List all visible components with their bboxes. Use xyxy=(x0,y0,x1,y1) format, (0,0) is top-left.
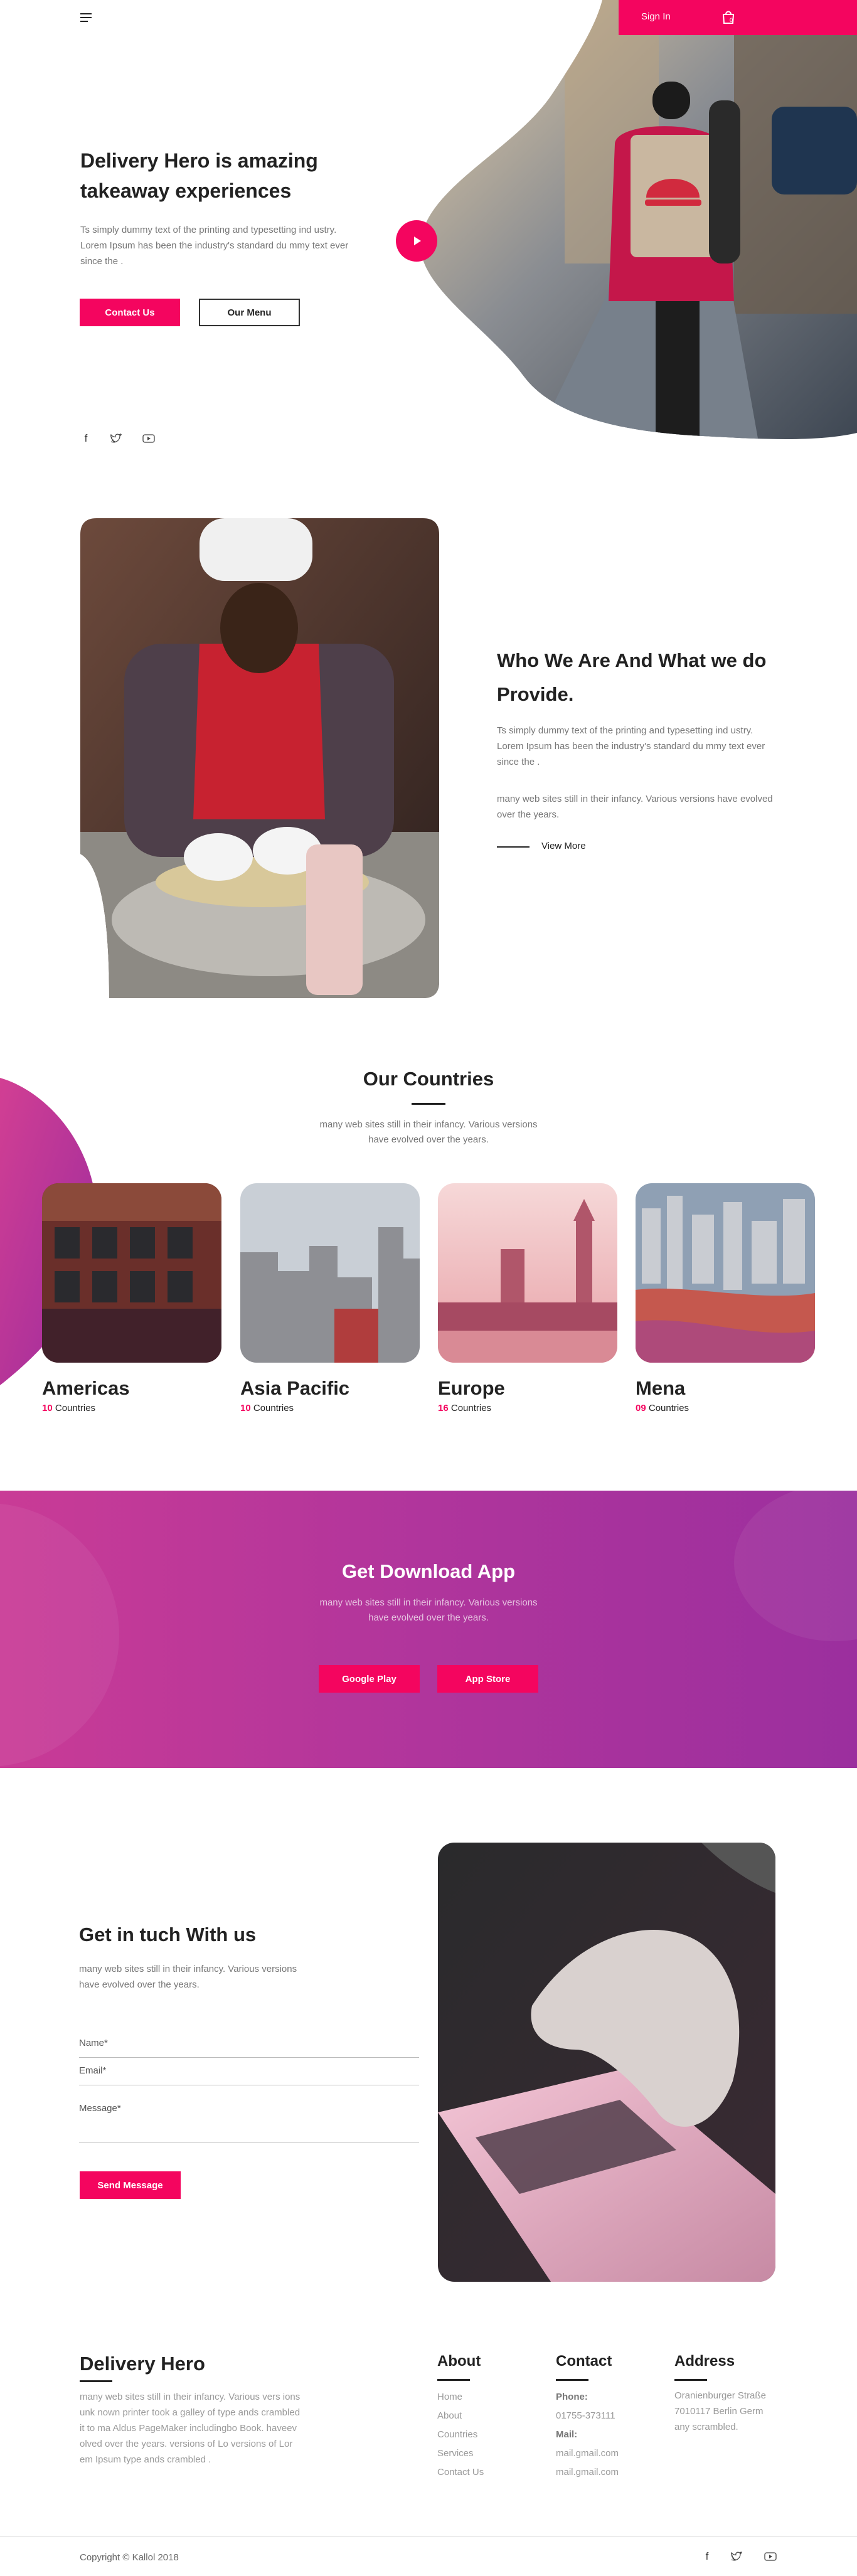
footer-about-title: About xyxy=(437,2353,481,2370)
countries-title: Our Countries xyxy=(363,1068,494,1090)
download-app-title: Get Download App xyxy=(341,1560,516,1582)
country-count: 16 Countries xyxy=(438,1403,492,1413)
hero-title-line1: Delivery Hero is amazing xyxy=(80,149,318,172)
footer-brand: Delivery Hero xyxy=(80,2353,205,2375)
footer-address: Oranienburger Straße 7010117 Berlin Germ… xyxy=(674,2390,766,2432)
country-count: 10 Countries xyxy=(240,1403,294,1413)
shopping-bag-icon[interactable] xyxy=(720,8,737,26)
hero-image xyxy=(420,0,857,439)
cart-count: 0 xyxy=(730,17,733,23)
footer-divider xyxy=(0,2536,857,2537)
contact-subtitle-line2: have evolved over the years. xyxy=(79,1979,200,1990)
country-name[interactable]: Americas xyxy=(42,1377,130,1400)
footer-mail[interactable]: mail.gmail.com xyxy=(556,2444,619,2463)
footer-link-contact[interactable]: Contact Us xyxy=(437,2463,484,2482)
send-message-button[interactable]: Send Message xyxy=(80,2171,181,2199)
country-card-asia-pacific-image[interactable] xyxy=(240,1183,420,1363)
hero-description: Ts simply dummy text of the printing and… xyxy=(80,225,349,267)
facebook-icon[interactable]: f xyxy=(701,2550,713,2563)
about-paragraph-1: Ts simply dummy text of the printing and… xyxy=(497,725,765,767)
footer-address-title: Address xyxy=(674,2353,735,2370)
laptop-image xyxy=(438,1843,775,2282)
our-menu-button[interactable]: Our Menu xyxy=(199,299,300,326)
download-app-section xyxy=(0,1491,857,1768)
contact-us-button[interactable]: Contact Us xyxy=(80,299,180,326)
twitter-icon[interactable] xyxy=(109,432,123,445)
message-field[interactable]: Message* xyxy=(79,2103,419,2142)
google-play-button[interactable]: Google Play xyxy=(319,1665,420,1693)
view-more-line xyxy=(497,846,530,848)
footer-link-about[interactable]: About xyxy=(437,2407,484,2425)
twitter-icon[interactable] xyxy=(730,2550,743,2563)
footer-brand-text: many web sites still in their infancy. V… xyxy=(80,2392,301,2465)
footer-phone-label: Phone: xyxy=(556,2392,588,2402)
facebook-icon[interactable]: f xyxy=(80,432,92,445)
play-button[interactable] xyxy=(396,220,437,262)
signin-button[interactable]: Sign In xyxy=(641,11,671,22)
countries-subtitle-line1: many web sites still in their infancy. V… xyxy=(319,1119,538,1130)
chef-image xyxy=(80,518,439,998)
footer-link-home[interactable]: Home xyxy=(437,2388,484,2407)
about-title-line2: Provide. xyxy=(497,683,574,705)
contact-title: Get in tuch With us xyxy=(79,1924,257,1945)
app-store-button[interactable]: App Store xyxy=(437,1665,538,1693)
download-app-subtitle-line1: many web sites still in their infancy. V… xyxy=(319,1597,538,1608)
download-app-subtitle-line2: have evolved over the years. xyxy=(368,1612,489,1623)
country-count: 09 Countries xyxy=(636,1403,689,1413)
country-card-europe-image[interactable] xyxy=(438,1183,617,1363)
country-count: 10 Countries xyxy=(42,1403,96,1413)
youtube-icon[interactable] xyxy=(142,432,156,445)
about-title-line1: Who We Are And What we do xyxy=(497,649,767,671)
country-card-mena-image[interactable] xyxy=(636,1183,815,1363)
country-card-americas-image[interactable] xyxy=(42,1183,221,1363)
hero-title-line2: takeaway experiences xyxy=(80,179,292,202)
menu-icon[interactable] xyxy=(79,11,93,24)
footer-contact-info: Phone: 01755-373111 Mail: mail.gmail.com… xyxy=(556,2388,619,2482)
decorative-circle xyxy=(0,1503,119,1767)
footer-brand-underline xyxy=(80,2380,112,2382)
footer-mail-label: Mail: xyxy=(556,2429,578,2440)
footer-link-services[interactable]: Services xyxy=(437,2444,484,2463)
countries-title-underline xyxy=(412,1103,445,1105)
footer-about-links: Home About Countries Services Contact Us xyxy=(437,2388,484,2482)
youtube-icon[interactable] xyxy=(764,2550,777,2563)
footer-contact-title: Contact xyxy=(556,2353,612,2370)
about-paragraph-2: many web sites still in their infancy. V… xyxy=(497,794,773,820)
footer-about-underline xyxy=(437,2379,470,2381)
footer-contact-underline xyxy=(556,2379,588,2381)
footer-mail[interactable]: mail.gmail.com xyxy=(556,2463,619,2482)
view-more-link[interactable]: View More xyxy=(541,841,586,851)
copyright: Copyright © Kallol 2018 xyxy=(80,2552,179,2563)
footer-phone: 01755-373111 xyxy=(556,2410,615,2421)
country-name[interactable]: Europe xyxy=(438,1377,505,1400)
contact-subtitle-line1: many web sites still in their infancy. V… xyxy=(79,1964,297,1974)
country-name[interactable]: Asia Pacific xyxy=(240,1377,349,1400)
footer-link-countries[interactable]: Countries xyxy=(437,2425,484,2444)
footer-address-underline xyxy=(674,2379,707,2381)
countries-subtitle-line2: have evolved over the years. xyxy=(368,1134,489,1145)
country-name[interactable]: Mena xyxy=(636,1377,685,1400)
email-field[interactable]: Email* xyxy=(79,2065,419,2085)
name-field[interactable]: Name* xyxy=(79,2038,419,2058)
play-icon xyxy=(414,237,421,245)
